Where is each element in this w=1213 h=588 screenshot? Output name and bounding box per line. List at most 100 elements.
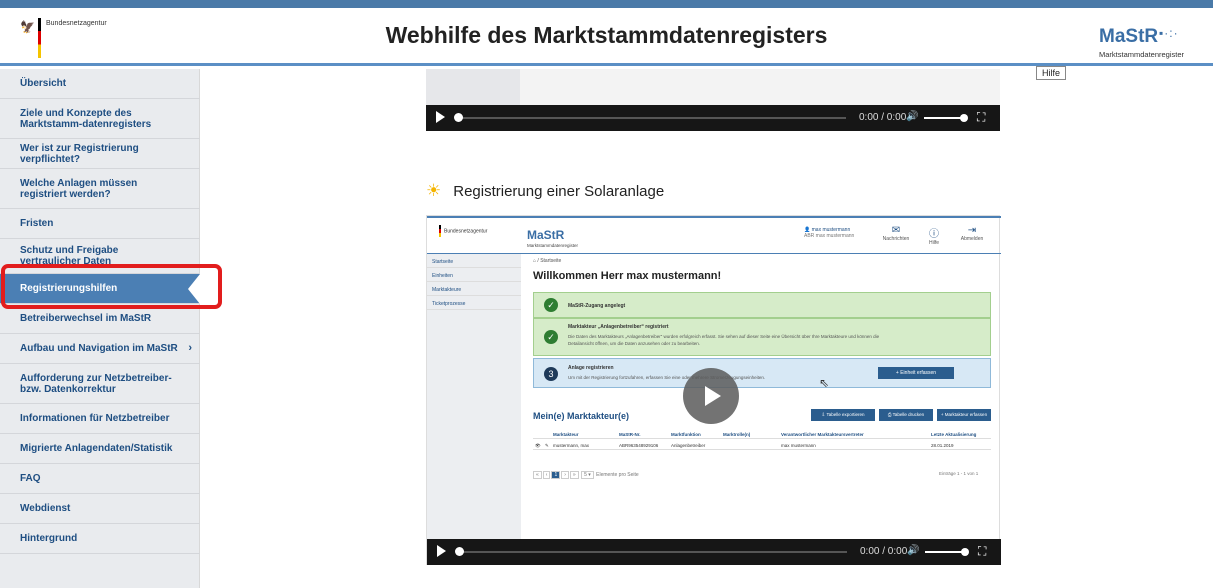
entry-count: Einträge 1 - 1 von 1 [939, 471, 979, 476]
sidebar-item-label: FAQ [20, 473, 41, 484]
view-icon[interactable]: 👁 [535, 443, 541, 449]
app-agency-logo: Bundesnetzagentur [439, 225, 487, 237]
app-breadcrumb[interactable]: ⌂ / Startseite [533, 258, 561, 264]
last-page-button[interactable]: » [569, 471, 579, 479]
step-title: Anlage registrieren [568, 365, 614, 371]
step-number: 3 [544, 367, 558, 381]
mail-icon: ✉ [891, 225, 901, 236]
section-heading: ☀ Registrierung einer Solaranlage [426, 181, 664, 201]
video-player-top[interactable]: 0:00 / 0:00 🔊 ⛶ [426, 69, 1000, 131]
play-icon[interactable] [436, 111, 445, 123]
check-icon: ✓ [544, 298, 558, 312]
video-controls: 0:00 / 0:00 🔊 ⛶ [426, 105, 1000, 131]
fullscreen-icon[interactable]: ⛶ [977, 110, 985, 125]
export-table-button[interactable]: ⇩ Tabelle exportieren [811, 409, 875, 421]
app-nav-messages[interactable]: ✉ Nachrichten [879, 225, 913, 242]
app-side-startseite[interactable]: Startseite [427, 256, 521, 268]
app-nav-help[interactable]: ⓘ Hilfe [917, 225, 951, 246]
seek-bar[interactable] [456, 117, 846, 119]
seek-handle[interactable] [454, 113, 463, 122]
main-content: 0:00 / 0:00 🔊 ⛶ ☀ Registrierung einer So… [201, 69, 1213, 588]
volume-slider[interactable] [924, 117, 964, 119]
sidebar-item-label: Betreiberwechsel im MaStR [20, 313, 152, 324]
sidebar-item-netzbetreiber[interactable]: Informationen für Netzbetreiber [0, 404, 200, 434]
play-icon[interactable] [437, 545, 446, 557]
app-side-marktakteure[interactable]: Marktakteure [427, 284, 521, 296]
first-page-button[interactable]: « [533, 471, 542, 479]
sidebar-item-label: Hintergrund [20, 533, 78, 544]
add-actor-button[interactable]: + Marktakteur erfassen [937, 409, 991, 421]
print-table-button[interactable]: ⎙ Tabelle drucken [879, 409, 933, 421]
edit-icon[interactable]: ✎ [545, 443, 549, 449]
time-display: 0:00 / 0:00 [859, 112, 907, 123]
step-text: Die Daten des Marktakteurs „Anlagenbetre… [568, 334, 880, 346]
check-icon: ✓ [544, 330, 558, 344]
sidebar-item-label: Übersicht [20, 78, 67, 89]
app-side-ticketprozesse[interactable]: Ticketprozesse [427, 298, 521, 310]
next-page-button[interactable]: › [561, 471, 569, 479]
sun-icon: ☀ [426, 181, 442, 200]
top-accent-bar [0, 0, 1213, 8]
video-play-button[interactable] [683, 368, 739, 424]
app-side-einheiten[interactable]: Einheiten [427, 270, 521, 282]
mastr-logo[interactable]: MaStR ▪·:· Marktstammdatenregister [1099, 20, 1199, 60]
app-user-menu[interactable]: 👤 max mustermann ABR max mustermann [804, 227, 876, 239]
app-sidebar: Startseite Einheiten Marktakteure Ticket… [427, 254, 521, 540]
video-player-solar[interactable]: Bundesnetzagentur MaStR Marktstammdatenr… [426, 215, 1001, 565]
sidebar-item-migrierte[interactable]: Migrierte Anlagendaten/Statistik [0, 434, 200, 464]
fullscreen-icon[interactable]: ⛶ [978, 544, 986, 559]
volume-icon[interactable]: 🔊 [906, 111, 918, 122]
current-page[interactable]: 1 [551, 471, 561, 479]
sidebar-item-verpflichtet[interactable]: Wer ist zur Registrierung verpflichtet? [0, 139, 200, 169]
step-box-1: ✓ MaStR-Zugang angelegt [533, 292, 991, 318]
mastr-dots-icon: ▪·:· [1159, 26, 1179, 40]
sidebar-item-label: Ziele und Konzepte des Marktstamm-datenr… [20, 107, 152, 130]
sidebar-item-hintergrund[interactable]: Hintergrund [0, 524, 200, 554]
sidebar-item-anlagen[interactable]: Welche Anlagen müssen registriert werden… [0, 169, 200, 209]
sidebar-item-uebersicht[interactable]: Übersicht [0, 69, 200, 99]
app-mastr-logo: MaStR [527, 228, 565, 242]
mastr-logo-name: MaStR [1099, 26, 1159, 47]
app-welcome: Willkommen Herr max mustermann! [533, 270, 722, 282]
sidebar-item-label: Fristen [20, 218, 54, 229]
sidebar-item-label: Migrierte Anlagendaten/Statistik [20, 443, 173, 454]
volume-icon[interactable]: 🔊 [907, 545, 919, 556]
sidebar-item-fristen[interactable]: Fristen [0, 209, 200, 239]
app-table-title: Mein(e) Marktakteur(e) [533, 411, 630, 421]
step-title: MaStR-Zugang angelegt [568, 303, 626, 309]
site-header: 🦅 Bundesnetzagentur Webhilfe des Marktst… [0, 8, 1213, 66]
sidebar-item-label: Aufforderung zur Netzbetreiber- bzw. Dat… [20, 372, 172, 395]
pagination: «‹ 1 ›» 5 ▾ Elemente pro Seite [533, 471, 639, 479]
table-row[interactable]: 👁 ✎ mustermann, max ABR963548929106 Anla… [533, 440, 991, 450]
chevron-right-icon: › [188, 342, 192, 354]
step-title: Marktakteur „Anlagenbetreiber“ registrie… [568, 324, 669, 330]
app-mastr-sub: Marktstammdatenregister [527, 243, 579, 248]
volume-handle[interactable] [960, 114, 968, 122]
info-icon: ⓘ [929, 229, 939, 240]
step-box-2: ✓ Marktakteur „Anlagenbetreiber“ registr… [533, 318, 991, 356]
page-size-select[interactable]: 5 ▾ [581, 471, 594, 479]
volume-slider[interactable] [925, 551, 965, 553]
video-controls: 0:00 / 0:00 🔊 ⛶ [427, 539, 1001, 565]
step-box-3: 3 Anlage registrieren Um mit der Registr… [533, 358, 991, 388]
sidebar-nav: Übersicht Ziele und Konzepte des Marktst… [0, 69, 200, 588]
seek-handle[interactable] [455, 547, 464, 556]
play-icon [705, 386, 721, 406]
sidebar-item-webdienst[interactable]: Webdienst [0, 494, 200, 524]
sidebar-item-aufbau[interactable]: Aufbau und Navigation im MaStR › [0, 334, 200, 364]
page-title: Webhilfe des Marktstammdatenregisters [385, 22, 828, 48]
sidebar-item-label: Informationen für Netzbetreiber [20, 413, 170, 424]
video-frame-area [426, 69, 520, 105]
seek-bar[interactable] [457, 551, 847, 553]
volume-handle[interactable] [961, 548, 969, 556]
sidebar-item-label: Welche Anlagen müssen registriert werden… [20, 177, 138, 200]
prev-page-button[interactable]: ‹ [542, 471, 551, 479]
mouse-cursor-icon: ⇖ [819, 376, 830, 390]
sidebar-item-ziele[interactable]: Ziele und Konzepte des Marktstamm-datenr… [0, 99, 200, 139]
app-nav-logout[interactable]: ⇥ Abmelden [955, 225, 989, 242]
sidebar-item-aufforderung[interactable]: Aufforderung zur Netzbetreiber- bzw. Dat… [0, 364, 200, 404]
logout-icon: ⇥ [967, 225, 977, 236]
sidebar-item-label: Wer ist zur Registrierung verpflichtet? [20, 142, 139, 165]
sidebar-item-faq[interactable]: FAQ [0, 464, 200, 494]
add-unit-button[interactable]: + Einheit erfassen [878, 367, 954, 379]
